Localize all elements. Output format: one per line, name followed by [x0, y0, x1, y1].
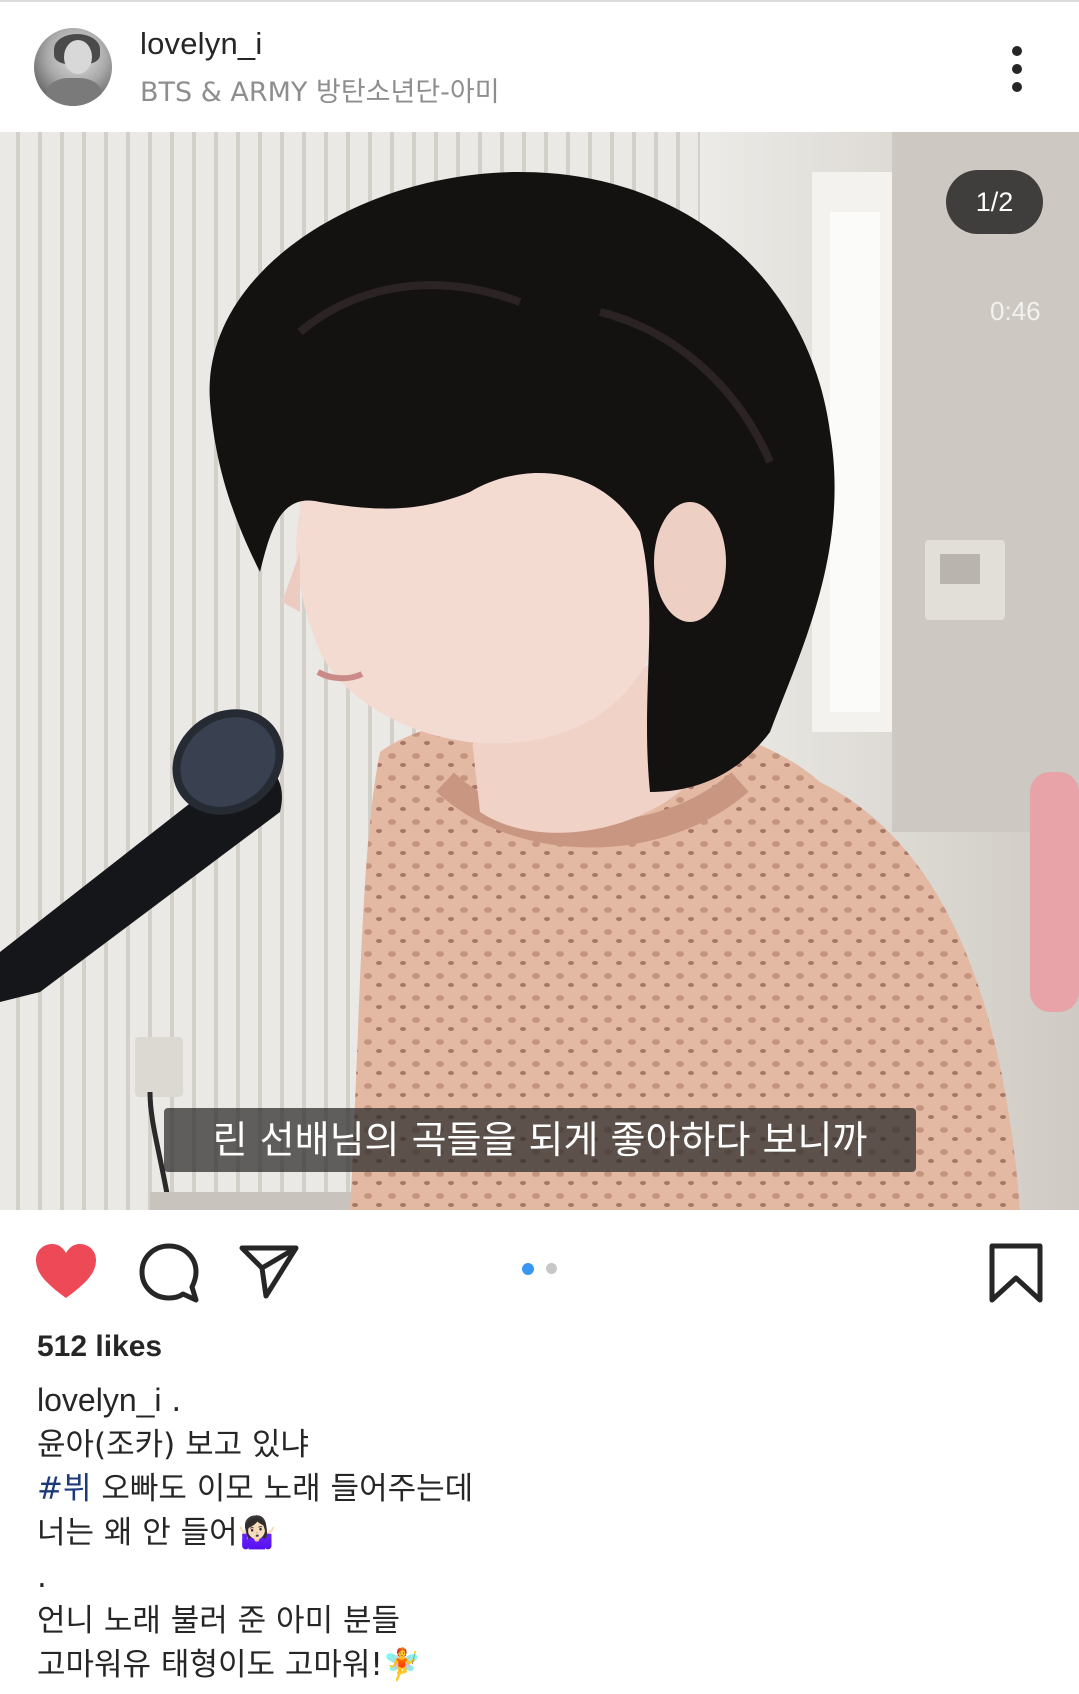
post-media[interactable]: 0:46	[0, 132, 1079, 1210]
avatar[interactable]	[34, 28, 112, 106]
likes-count[interactable]: 512 likes	[37, 1330, 162, 1364]
carousel-dot-active	[522, 1263, 534, 1275]
comment-icon[interactable]	[138, 1242, 200, 1309]
avatar-face	[64, 40, 92, 74]
caption-line: 오빠도 이모 노래 들어주는데	[91, 1471, 474, 1507]
caption-line: 너는 왜 안 들어🤷🏻‍♀️	[37, 1515, 277, 1551]
avatar-body	[46, 78, 102, 106]
hashtag-link[interactable]: #뷔	[37, 1471, 92, 1507]
caption-line: .	[37, 1559, 47, 1595]
video-subtitle: 린 선배님의 곡들을 되게 좋아하다 보니까	[164, 1108, 916, 1172]
carousel-counter: 1/2	[946, 170, 1043, 234]
caption-text: .	[171, 1383, 182, 1419]
caption-line: 윤아(조카) 보고 있냐	[37, 1427, 310, 1463]
carousel-dot	[546, 1263, 557, 1274]
bookmark-icon[interactable]	[988, 1242, 1044, 1309]
share-icon[interactable]	[238, 1242, 300, 1305]
post-header: lovelyn_i BTS & ARMY 방탄소년단-아미	[0, 2, 1079, 132]
video-timer: 0:46	[990, 296, 1041, 326]
more-options-icon[interactable]	[1002, 44, 1032, 94]
caption-line: 고마워유 태형이도 고마워!🧚	[37, 1647, 422, 1683]
video-frame	[0, 132, 1079, 1210]
heart-icon[interactable]	[34, 1242, 98, 1305]
caption: lovelyn_i . 윤아(조카) 보고 있냐 #뷔 오빠도 이모 노래 들어…	[37, 1378, 473, 1687]
caption-username[interactable]: lovelyn_i	[37, 1382, 162, 1418]
header-username[interactable]: lovelyn_i	[140, 26, 262, 62]
header-subtitle[interactable]: BTS & ARMY 방탄소년단-아미	[140, 70, 500, 109]
caption-line: 언니 노래 불러 준 아미 분들	[37, 1603, 400, 1639]
carousel-indicator	[522, 1263, 562, 1275]
